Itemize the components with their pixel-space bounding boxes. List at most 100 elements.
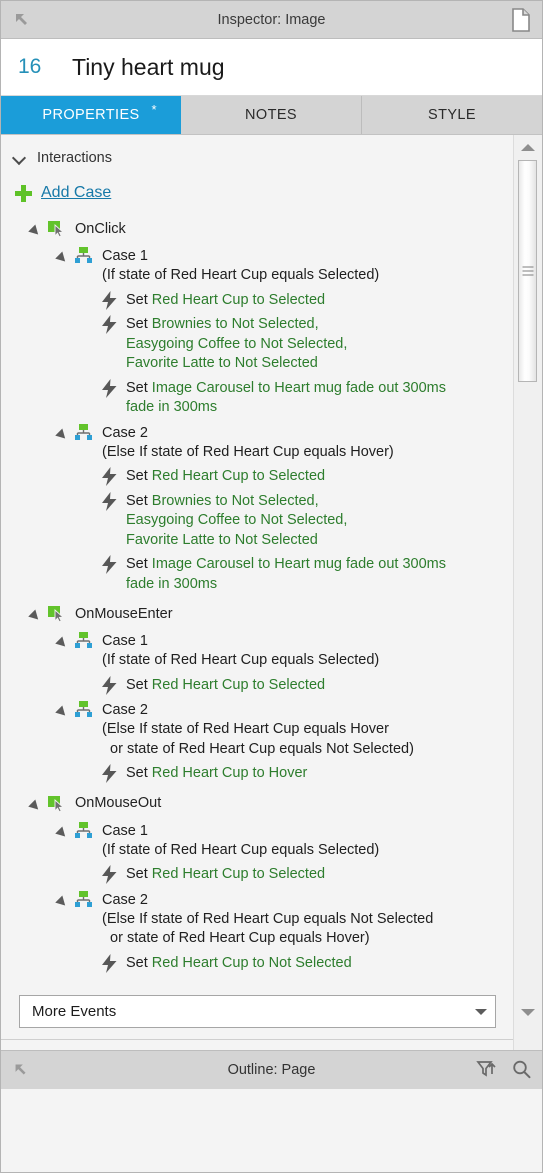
action-text: Set Red Heart Cup to Hover [126, 764, 307, 784]
case-row[interactable]: Case 1 (If state of Red Heart Cup equals… [1, 821, 514, 861]
case-icon [74, 247, 93, 264]
expander-triangle-icon[interactable] [31, 609, 42, 622]
case-icon [74, 632, 93, 649]
collapse-arrow-icon[interactable] [11, 9, 33, 31]
chevron-down-icon[interactable] [475, 1008, 487, 1015]
action-verb: Set [126, 866, 152, 882]
event-name: OnClick [75, 220, 126, 237]
expander-triangle-icon[interactable] [31, 799, 42, 812]
tab-bar: PROPERTIES * NOTES STYLE [1, 96, 542, 135]
action-text: Set Image Carousel to Heart mug fade out… [126, 379, 446, 418]
action-target: Image Carousel to Heart mug fade out 300… [126, 379, 446, 416]
case-condition: (Else If state of Red Heart Cup equals H… [102, 443, 394, 460]
action-verb: Set [126, 765, 152, 781]
action-bolt-icon [101, 675, 118, 695]
chevron-down-icon[interactable] [13, 151, 27, 165]
action-text: Set Red Heart Cup to Selected [126, 676, 325, 696]
more-events-dropdown[interactable]: More Events [19, 995, 496, 1028]
action-text: Set Brownies to Not Selected, Easygoing … [126, 315, 347, 374]
action-bolt-icon [101, 865, 118, 884]
action-target: Red Heart Cup to Selected [151, 291, 326, 308]
action-row[interactable]: Set Red Heart Cup to Hover [1, 764, 514, 784]
page-icon[interactable] [510, 8, 532, 32]
statusbar: Outline: Page [1, 1050, 542, 1089]
scroll-up-button[interactable] [514, 137, 542, 157]
action-row[interactable]: Set Red Heart Cup to Selected [1, 467, 514, 487]
action-row[interactable]: Set Image Carousel to Heart mug fade out… [1, 378, 514, 418]
case-icon [74, 701, 93, 718]
event-row-onmouseenter[interactable]: OnMouseEnter [1, 601, 514, 626]
more-events-value: More Events [32, 1003, 117, 1020]
action-verb: Set [126, 379, 152, 396]
case-condition: (If state of Red Heart Cup equals Select… [102, 841, 380, 858]
vertical-scrollbar[interactable] [513, 135, 542, 1050]
case-row[interactable]: Case 2 (Else If state of Red Heart Cup e… [1, 701, 514, 759]
more-events-dropdown-wrap: More Events [1, 995, 514, 1028]
search-icon[interactable] [511, 1059, 532, 1085]
tab-style[interactable]: STYLE [362, 96, 542, 134]
statusbar-text: Outline: Page [227, 1062, 316, 1078]
action-bolt-icon [101, 315, 118, 334]
expander-triangle-icon[interactable] [58, 636, 69, 649]
action-target: Brownies to Not Selected, Easygoing Coff… [126, 492, 348, 548]
action-row[interactable]: Set Red Heart Cup to Selected [1, 675, 514, 696]
widget-index: 16 [18, 55, 42, 78]
case-condition: (If state of Red Heart Cup equals Select… [102, 652, 380, 668]
case-name: Case 2 [102, 702, 148, 718]
action-target: Image Carousel to Heart mug fade out 300… [126, 556, 446, 592]
action-row[interactable]: Set Red Heart Cup to Selected [1, 865, 514, 885]
titlebar-title: Inspector: Image [217, 11, 326, 28]
case-condition: (Else If state of Red Heart Cup equals H… [102, 721, 414, 757]
action-target: Brownies to Not Selected, Easygoing Coff… [126, 316, 348, 371]
case-name: Case 1 [102, 248, 148, 264]
event-row-onclick[interactable]: OnClick [1, 216, 514, 241]
interactions-section-label: Interactions [37, 150, 112, 166]
expander-triangle-icon[interactable] [58, 428, 69, 441]
action-row[interactable]: Set Red Heart Cup to Selected [1, 290, 514, 311]
onmouseout-event-icon [47, 795, 66, 812]
action-verb: Set [126, 468, 152, 484]
event-name: OnMouseEnter [75, 605, 173, 622]
expander-triangle-icon[interactable] [58, 826, 69, 839]
tab-style-label: STYLE [428, 107, 476, 123]
case-name: Case 1 [102, 822, 148, 839]
onclick-event-icon [47, 220, 66, 238]
action-row[interactable]: Set Brownies to Not Selected, Easygoing … [1, 491, 514, 551]
action-bolt-icon [101, 555, 118, 574]
titlebar: Inspector: Image [1, 1, 542, 39]
action-row[interactable]: Set Red Heart Cup to Not Selected [1, 953, 514, 974]
widget-name[interactable]: Tiny heart mug [72, 54, 225, 81]
case-row[interactable]: Case 2 (Else If state of Red Heart Cup e… [1, 890, 514, 949]
expander-triangle-icon[interactable] [58, 705, 69, 718]
action-bolt-icon [101, 378, 118, 398]
action-bolt-icon [101, 467, 118, 486]
action-row[interactable]: Set Image Carousel to Heart mug fade out… [1, 555, 514, 594]
tab-properties-label: PROPERTIES [42, 107, 140, 123]
action-verb: Set [126, 316, 152, 332]
action-row[interactable]: Set Brownies to Not Selected, Easygoing … [1, 315, 514, 374]
case-icon [74, 821, 93, 839]
interactions-section-header[interactable]: Interactions [1, 145, 514, 171]
expander-triangle-icon[interactable] [58, 251, 69, 264]
case-name: Case 1 [102, 633, 148, 649]
action-text: Set Image Carousel to Heart mug fade out… [126, 555, 446, 594]
expander-triangle-icon[interactable] [58, 895, 69, 908]
expander-triangle-icon[interactable] [31, 224, 42, 237]
case-row[interactable]: Case 2 (Else If state of Red Heart Cup e… [1, 423, 514, 463]
widget-name-row: 16 Tiny heart mug [1, 39, 542, 96]
event-row-onmouseout[interactable]: OnMouseOut [1, 791, 514, 816]
action-target: Red Heart Cup to Hover [151, 765, 308, 781]
case-icon [74, 423, 93, 441]
case-row[interactable]: Case 1 (If state of Red Heart Cup equals… [1, 632, 514, 671]
scrollbar-thumb[interactable] [518, 160, 537, 382]
scroll-down-button[interactable] [514, 1002, 542, 1022]
filter-up-icon[interactable] [476, 1059, 497, 1085]
collapse-arrow-icon[interactable] [11, 1060, 31, 1080]
case-row[interactable]: Case 1 (If state of Red Heart Cup equals… [1, 247, 514, 286]
tab-notes[interactable]: NOTES [181, 96, 362, 134]
action-target: Red Heart Cup to Selected [151, 676, 326, 693]
add-case-button[interactable]: Add Case [1, 177, 514, 209]
scrollbar-grip-icon [522, 264, 533, 279]
inspector-panel: Inspector: Image 16 Tiny heart mug PROPE… [0, 0, 543, 1173]
tab-properties[interactable]: PROPERTIES * [1, 96, 181, 134]
